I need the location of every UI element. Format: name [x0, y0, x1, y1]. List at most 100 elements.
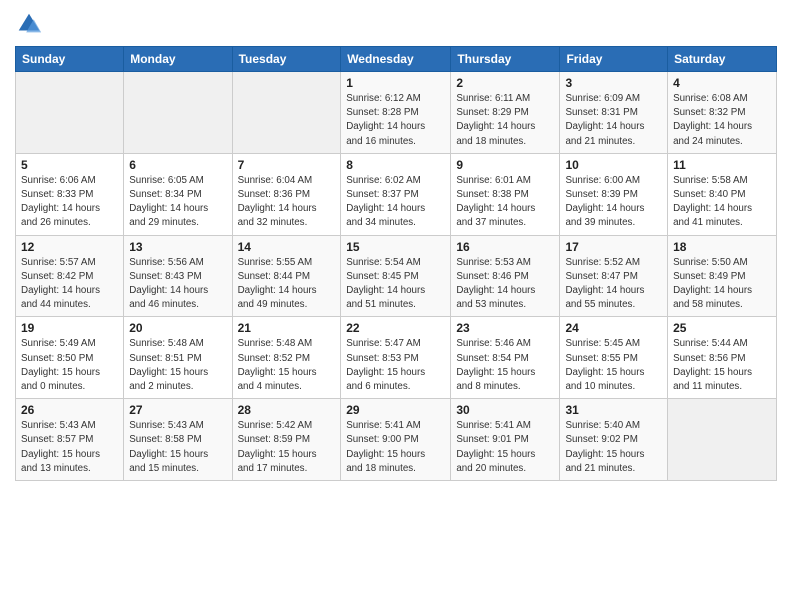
- calendar-cell: 21 Sunrise: 5:48 AMSunset: 8:52 PMDayligh…: [232, 317, 341, 399]
- day-info: Sunrise: 6:11 AMSunset: 8:29 PMDaylight:…: [456, 92, 554, 149]
- calendar-cell: 2 Sunrise: 6:11 AMSunset: 8:29 PMDaylight…: [451, 72, 560, 154]
- day-number: 10: [565, 158, 662, 172]
- calendar-cell: 26 Sunrise: 5:43 AMSunset: 8:57 PMDayligh…: [16, 399, 124, 481]
- logo-icon: [15, 10, 43, 38]
- calendar-cell: 6 Sunrise: 6:05 AMSunset: 8:34 PMDaylight…: [124, 153, 232, 235]
- calendar-cell: 5 Sunrise: 6:06 AMSunset: 8:33 PMDaylight…: [16, 153, 124, 235]
- day-info: Sunrise: 6:09 AMSunset: 8:31 PMDaylight:…: [565, 92, 662, 149]
- day-number: 12: [21, 240, 118, 254]
- day-info: Sunrise: 5:41 AMSunset: 9:00 PMDaylight:…: [346, 419, 445, 476]
- day-number: 11: [673, 158, 771, 172]
- day-info: Sunrise: 5:54 AMSunset: 8:45 PMDaylight:…: [346, 256, 445, 313]
- day-number: 28: [238, 403, 336, 417]
- day-info: Sunrise: 6:00 AMSunset: 8:39 PMDaylight:…: [565, 174, 662, 231]
- day-info: Sunrise: 6:06 AMSunset: 8:33 PMDaylight:…: [21, 174, 118, 231]
- day-info: Sunrise: 5:50 AMSunset: 8:49 PMDaylight:…: [673, 256, 771, 313]
- day-info: Sunrise: 6:02 AMSunset: 8:37 PMDaylight:…: [346, 174, 445, 231]
- calendar-cell: 24 Sunrise: 5:45 AMSunset: 8:55 PMDayligh…: [560, 317, 668, 399]
- calendar-cell: 28 Sunrise: 5:42 AMSunset: 8:59 PMDayligh…: [232, 399, 341, 481]
- day-number: 21: [238, 321, 336, 335]
- day-number: 14: [238, 240, 336, 254]
- calendar-cell: [232, 72, 341, 154]
- day-number: 5: [21, 158, 118, 172]
- day-info: Sunrise: 6:08 AMSunset: 8:32 PMDaylight:…: [673, 92, 771, 149]
- day-info: Sunrise: 5:43 AMSunset: 8:58 PMDaylight:…: [129, 419, 226, 476]
- day-info: Sunrise: 5:57 AMSunset: 8:42 PMDaylight:…: [21, 256, 118, 313]
- day-number: 23: [456, 321, 554, 335]
- day-info: Sunrise: 5:53 AMSunset: 8:46 PMDaylight:…: [456, 256, 554, 313]
- day-number: 2: [456, 76, 554, 90]
- day-header-saturday: Saturday: [668, 47, 777, 72]
- day-info: Sunrise: 5:49 AMSunset: 8:50 PMDaylight:…: [21, 337, 118, 394]
- day-number: 4: [673, 76, 771, 90]
- day-header-sunday: Sunday: [16, 47, 124, 72]
- calendar-cell: 17 Sunrise: 5:52 AMSunset: 8:47 PMDayligh…: [560, 235, 668, 317]
- logo: [15, 10, 47, 38]
- calendar-cell: [124, 72, 232, 154]
- calendar-cell: 3Sunrise: 6:09 AMSunset: 8:31 PMDaylight…: [560, 72, 668, 154]
- calendar-cell: 31Sunrise: 5:40 AMSunset: 9:02 PMDayligh…: [560, 399, 668, 481]
- day-number: 20: [129, 321, 226, 335]
- day-number: 26: [21, 403, 118, 417]
- calendar-cell: 16 Sunrise: 5:53 AMSunset: 8:46 PMDayligh…: [451, 235, 560, 317]
- calendar-cell: 20 Sunrise: 5:48 AMSunset: 8:51 PMDayligh…: [124, 317, 232, 399]
- day-info: Sunrise: 6:01 AMSunset: 8:38 PMDaylight:…: [456, 174, 554, 231]
- day-info: Sunrise: 5:46 AMSunset: 8:54 PMDaylight:…: [456, 337, 554, 394]
- day-number: 9: [456, 158, 554, 172]
- calendar: SundayMondayTuesdayWednesdayThursdayFrid…: [15, 46, 777, 481]
- calendar-cell: 7 Sunrise: 6:04 AMSunset: 8:36 PMDaylight…: [232, 153, 341, 235]
- day-header-wednesday: Wednesday: [341, 47, 451, 72]
- day-header-thursday: Thursday: [451, 47, 560, 72]
- day-number: 13: [129, 240, 226, 254]
- day-number: 1: [346, 76, 445, 90]
- calendar-cell: 29 Sunrise: 5:41 AMSunset: 9:00 PMDayligh…: [341, 399, 451, 481]
- calendar-cell: 23 Sunrise: 5:46 AMSunset: 8:54 PMDayligh…: [451, 317, 560, 399]
- calendar-cell: 10 Sunrise: 6:00 AMSunset: 8:39 PMDayligh…: [560, 153, 668, 235]
- day-number: 6: [129, 158, 226, 172]
- day-number: 7: [238, 158, 336, 172]
- day-info: Sunrise: 5:45 AMSunset: 8:55 PMDaylight:…: [565, 337, 662, 394]
- calendar-cell: [668, 399, 777, 481]
- day-info: Sunrise: 6:04 AMSunset: 8:36 PMDaylight:…: [238, 174, 336, 231]
- day-header-friday: Friday: [560, 47, 668, 72]
- calendar-cell: 12 Sunrise: 5:57 AMSunset: 8:42 PMDayligh…: [16, 235, 124, 317]
- day-number: 24: [565, 321, 662, 335]
- calendar-cell: 4 Sunrise: 6:08 AMSunset: 8:32 PMDaylight…: [668, 72, 777, 154]
- day-number: 27: [129, 403, 226, 417]
- day-header-tuesday: Tuesday: [232, 47, 341, 72]
- day-number: 18: [673, 240, 771, 254]
- calendar-cell: 11 Sunrise: 5:58 AMSunset: 8:40 PMDayligh…: [668, 153, 777, 235]
- day-info: Sunrise: 5:41 AMSunset: 9:01 PMDaylight:…: [456, 419, 554, 476]
- day-number: 31: [565, 403, 662, 417]
- day-info: Sunrise: 6:12 AMSunset: 8:28 PMDaylight:…: [346, 92, 445, 149]
- day-header-monday: Monday: [124, 47, 232, 72]
- calendar-cell: 25 Sunrise: 5:44 AMSunset: 8:56 PMDayligh…: [668, 317, 777, 399]
- calendar-cell: 27 Sunrise: 5:43 AMSunset: 8:58 PMDayligh…: [124, 399, 232, 481]
- day-number: 29: [346, 403, 445, 417]
- calendar-cell: 13 Sunrise: 5:56 AMSunset: 8:43 PMDayligh…: [124, 235, 232, 317]
- day-info: Sunrise: 6:05 AMSunset: 8:34 PMDaylight:…: [129, 174, 226, 231]
- day-info: Sunrise: 5:42 AMSunset: 8:59 PMDaylight:…: [238, 419, 336, 476]
- day-info: Sunrise: 5:48 AMSunset: 8:52 PMDaylight:…: [238, 337, 336, 394]
- calendar-cell: 15 Sunrise: 5:54 AMSunset: 8:45 PMDayligh…: [341, 235, 451, 317]
- day-info: Sunrise: 5:55 AMSunset: 8:44 PMDaylight:…: [238, 256, 336, 313]
- day-number: 16: [456, 240, 554, 254]
- day-number: 15: [346, 240, 445, 254]
- calendar-cell: [16, 72, 124, 154]
- day-info: Sunrise: 5:48 AMSunset: 8:51 PMDaylight:…: [129, 337, 226, 394]
- day-number: 17: [565, 240, 662, 254]
- day-number: 8: [346, 158, 445, 172]
- calendar-cell: 30 Sunrise: 5:41 AMSunset: 9:01 PMDayligh…: [451, 399, 560, 481]
- calendar-cell: 22Sunrise: 5:47 AMSunset: 8:53 PMDayligh…: [341, 317, 451, 399]
- calendar-cell: 18 Sunrise: 5:50 AMSunset: 8:49 PMDayligh…: [668, 235, 777, 317]
- day-info: Sunrise: 5:56 AMSunset: 8:43 PMDaylight:…: [129, 256, 226, 313]
- day-number: 22: [346, 321, 445, 335]
- calendar-cell: 19Sunrise: 5:49 AMSunset: 8:50 PMDayligh…: [16, 317, 124, 399]
- day-info: Sunrise: 5:43 AMSunset: 8:57 PMDaylight:…: [21, 419, 118, 476]
- day-info: Sunrise: 5:52 AMSunset: 8:47 PMDaylight:…: [565, 256, 662, 313]
- day-number: 25: [673, 321, 771, 335]
- day-number: 30: [456, 403, 554, 417]
- day-info: Sunrise: 5:44 AMSunset: 8:56 PMDaylight:…: [673, 337, 771, 394]
- calendar-cell: 1 Sunrise: 6:12 AMSunset: 8:28 PMDaylight…: [341, 72, 451, 154]
- day-info: Sunrise: 5:58 AMSunset: 8:40 PMDaylight:…: [673, 174, 771, 231]
